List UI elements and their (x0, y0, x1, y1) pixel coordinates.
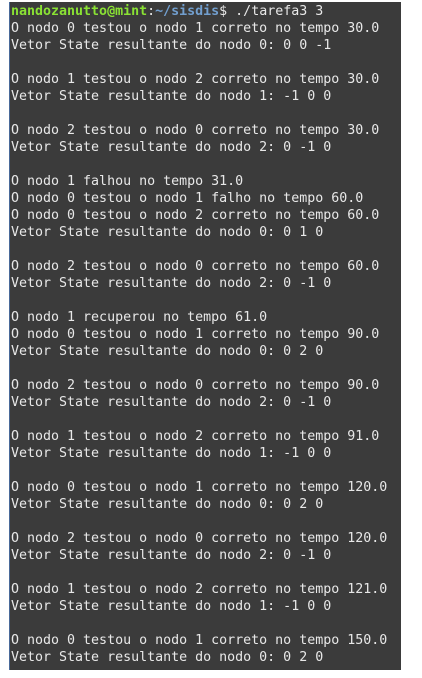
prompt-line: nandozanutto@mint:~/sisdis$ ./tarefa3 3 (11, 3, 401, 20)
output-line: Vetor State resultante do nodo 0: 0 2 0 (11, 497, 324, 512)
output-line: O nodo 2 testou o nodo 0 correto no temp… (11, 378, 380, 393)
output-line: O nodo 0 testou o nodo 1 falho no tempo … (11, 191, 364, 206)
prompt-command: ./tarefa3 3 (227, 4, 324, 19)
output-line: O nodo 1 recuperou no tempo 61.0 (11, 310, 268, 325)
prompt-user-host: nandozanutto@mint (11, 4, 148, 19)
output-line: Vetor State resultante do nodo 0: 0 2 0 (11, 650, 324, 665)
output-line: Vetor State resultante do nodo 0: 0 2 0 (11, 344, 324, 359)
output-line: O nodo 0 testou o nodo 1 correto no temp… (11, 327, 380, 342)
output-line: O nodo 1 testou o nodo 2 correto no temp… (11, 582, 388, 597)
output-line: O nodo 0 testou o nodo 2 correto no temp… (11, 208, 380, 223)
output-line: O nodo 2 testou o nodo 0 correto no temp… (11, 531, 388, 546)
output-line: O nodo 0 testou o nodo 1 correto no temp… (11, 480, 388, 495)
output-line: Vetor State resultante do nodo 2: 0 -1 0 (11, 140, 332, 155)
output-line: Vetor State resultante do nodo 1: -1 0 0 (11, 89, 332, 104)
output-line: Vetor State resultante do nodo 1: -1 0 0 (11, 599, 332, 614)
output-line: O nodo 0 testou o nodo 1 correto no temp… (11, 633, 388, 648)
terminal-window[interactable]: nandozanutto@mint:~/sisdis$ ./tarefa3 3 … (9, 2, 401, 670)
prompt-separator: : (147, 4, 156, 19)
output-line: Vetor State resultante do nodo 2: 0 -1 0 (11, 395, 332, 410)
output-line: O nodo 1 falhou no tempo 31.0 (11, 174, 244, 189)
output-line: Vetor State resultante do nodo 2: 0 -1 0 (11, 276, 332, 291)
output-line: Vetor State resultante do nodo 2: 0 -1 0 (11, 548, 332, 563)
output-line: Vetor State resultante do nodo 1: -1 0 0 (11, 446, 332, 461)
prompt-path: ~/sisdis (155, 4, 220, 19)
output-line: O nodo 2 testou o nodo 0 correto no temp… (11, 259, 380, 274)
output-line: O nodo 2 testou o nodo 0 correto no temp… (11, 123, 380, 138)
output-line: O nodo 0 testou o nodo 1 correto no temp… (11, 21, 380, 36)
output-line: O nodo 1 testou o nodo 2 correto no temp… (11, 429, 380, 444)
output-line: O nodo 1 testou o nodo 2 correto no temp… (11, 72, 380, 87)
output-line: Vetor State resultante do nodo 0: 0 0 -1 (11, 38, 332, 53)
prompt-symbol: $ (219, 4, 228, 19)
terminal-output: O nodo 0 testou o nodo 1 correto no temp… (11, 20, 401, 666)
output-line: Vetor State resultante do nodo 0: 0 1 0 (11, 225, 324, 240)
